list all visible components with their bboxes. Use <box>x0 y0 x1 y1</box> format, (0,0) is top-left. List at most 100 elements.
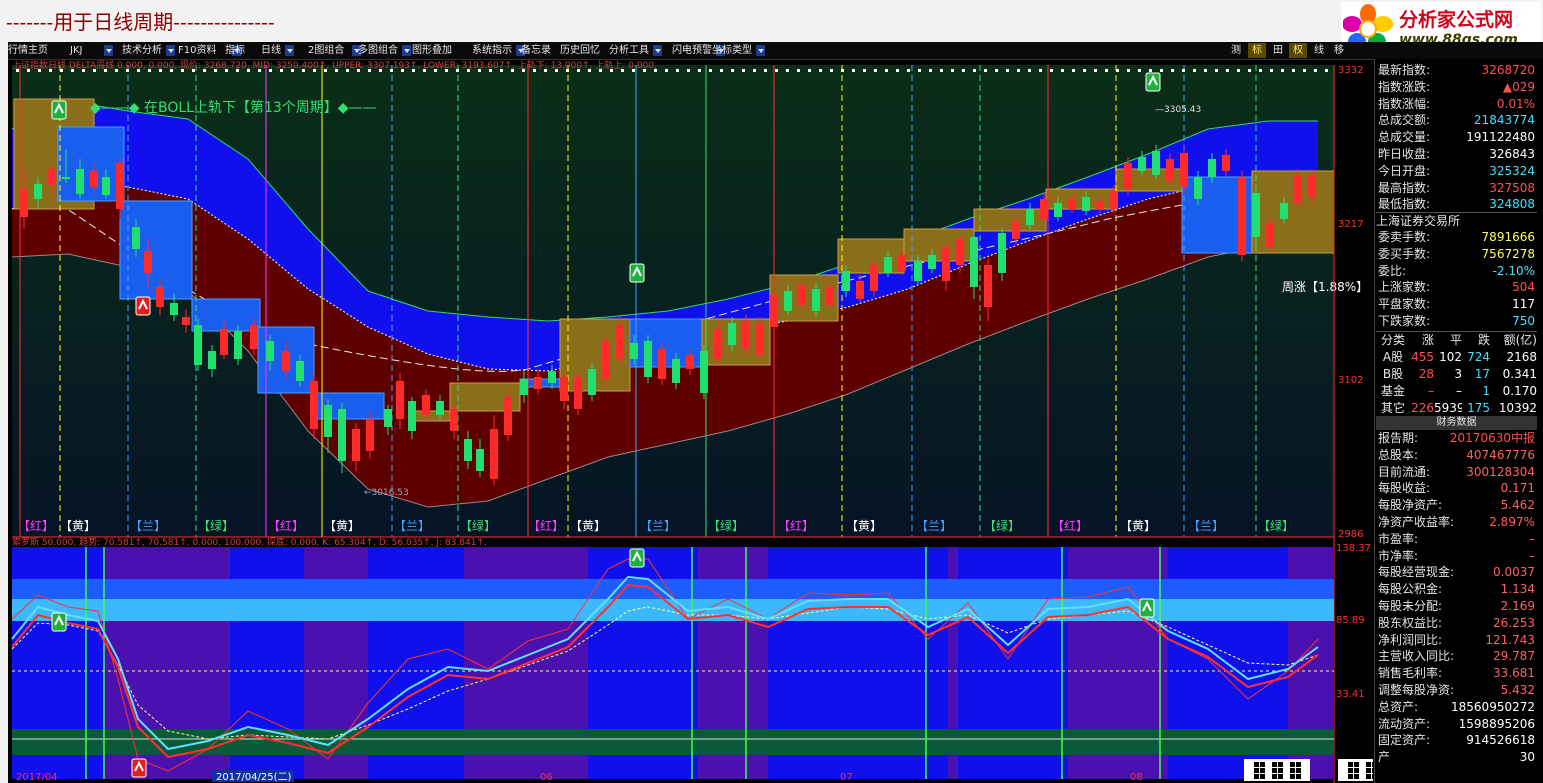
dropdown-arrow-icon[interactable] <box>166 45 175 56</box>
toolbar-item-10[interactable]: 备忘录 <box>521 44 551 57</box>
top-dot <box>852 69 855 72</box>
toolbar-item-9[interactable]: 系统指示 <box>472 44 512 57</box>
financial-row-15: 调整每股净资: 5.432 <box>1376 682 1537 699</box>
toolbar-item-4[interactable]: 指标 <box>225 44 245 57</box>
financial-row-0: 报告期: 20170630中报 <box>1376 430 1537 447</box>
toolbar-item-6[interactable]: 2图组合 <box>308 44 344 57</box>
quote-row-6-label: 今日开盘: <box>1378 163 1431 178</box>
dropdown-arrow-icon[interactable] <box>285 45 294 56</box>
candle-body <box>1266 223 1274 247</box>
financial-row-12-value: 121.743 <box>1485 632 1535 647</box>
top-dot <box>896 69 899 72</box>
toolbar-item-5[interactable]: 日线 <box>261 44 281 57</box>
top-dot <box>1105 69 1108 72</box>
candle-body <box>408 401 416 431</box>
candle-body <box>1252 193 1260 237</box>
candle-body <box>914 261 922 281</box>
qr-code-2-cell <box>1366 762 1371 767</box>
qr-code-2-cell <box>1372 768 1373 773</box>
qr-code-1-cell <box>1278 762 1283 767</box>
candle-body <box>686 355 694 369</box>
breadth-header-cell: 额(亿) <box>1503 333 1537 347</box>
financial-row-18-label: 固定资产: <box>1378 733 1431 748</box>
qr-code-1-cell <box>1290 762 1295 767</box>
toolbar-item-7[interactable]: 多图组合 <box>358 44 398 57</box>
breadth-cell: 724 <box>1467 350 1490 364</box>
toolbar-item-14[interactable]: 坐标类型 <box>712 44 752 57</box>
financial-row-6: 市盈率: – <box>1376 531 1537 548</box>
financial-row-8-value: 0.0037 <box>1493 565 1535 580</box>
right-panel-bg <box>1374 59 1543 783</box>
financial-row-16: 总资产: 18560950272 <box>1376 699 1537 716</box>
top-dot <box>1303 69 1306 72</box>
exchange-row-3: 上涨家数: 504 <box>1376 279 1537 296</box>
toolbar-item-0[interactable]: 行情主页 <box>8 44 48 57</box>
candle-body <box>1166 159 1174 181</box>
candle-body <box>48 169 56 185</box>
candle-body <box>756 323 764 355</box>
phase-label-8: 【红】 <box>528 518 564 533</box>
toolbar-right-5[interactable]: 移 <box>1330 43 1348 58</box>
financials-header: 财务数据 <box>1376 416 1537 430</box>
phase-label-15: 【绿】 <box>984 518 1020 533</box>
top-dot <box>1193 69 1196 72</box>
candle-body <box>1110 191 1118 209</box>
breadth-cell: 175 <box>1467 401 1490 415</box>
exchange-row-4-label: 平盘家数: <box>1378 297 1431 312</box>
top-dot <box>1116 69 1119 72</box>
candle-body <box>1280 203 1288 219</box>
candle-body <box>1124 163 1132 189</box>
phase-label-6: 【兰】 <box>394 519 430 533</box>
financial-row-2: 目前流通: 300128304 <box>1376 464 1537 481</box>
exchange-row-5: 下跌家数: 750 <box>1376 313 1537 330</box>
candle-body <box>220 329 228 355</box>
exchange-row-1-label: 委买手数: <box>1378 246 1431 261</box>
candle-body <box>602 341 610 379</box>
financial-row-8: 每股经营现金: 0.0037 <box>1376 564 1537 581</box>
toolbar-right-3[interactable]: 权 <box>1289 43 1307 58</box>
breadth-cell: 其它 <box>1380 401 1405 415</box>
breadth-header-cell: 分类 <box>1380 333 1405 347</box>
candle-body <box>826 287 834 305</box>
dropdown-arrow-icon[interactable] <box>402 45 411 56</box>
toolbar-item-8[interactable]: 图形叠加 <box>412 44 452 57</box>
candle-body <box>310 381 318 429</box>
chart-area[interactable]: ◆——◆ 在BOLL上轨下【第13个周期】◆—— 周涨【1.88%】 —3305.4… <box>8 59 1373 783</box>
quote-row-7-label: 最高指数: <box>1378 180 1431 195</box>
quote-row-4-label: 总成交量: <box>1378 130 1431 145</box>
dropdown-arrow-icon[interactable] <box>104 45 113 56</box>
quote-row-1-value: ▲029 <box>1502 79 1535 94</box>
quote-row-4: 总成交量: 191122480 <box>1376 129 1537 146</box>
toolbar-item-12[interactable]: 分析工具 <box>609 44 649 57</box>
toolbar-right-2[interactable]: 田 <box>1269 43 1287 58</box>
phase-label-5: 【黄】 <box>324 519 360 533</box>
candle-body <box>62 177 70 179</box>
top-dot <box>698 69 701 72</box>
candle-body <box>324 405 332 437</box>
financial-row-12-label: 净利润同比: <box>1378 632 1443 647</box>
dropdown-arrow-icon[interactable] <box>756 45 765 56</box>
top-dot <box>863 69 866 72</box>
date-label-2: 06 <box>540 772 553 783</box>
toolbar-item-11[interactable]: 历史回忆 <box>560 44 600 57</box>
quote-row-7: 最高指数: 327508 <box>1376 180 1537 197</box>
financial-row-11-label: 股东权益比: <box>1378 615 1443 630</box>
toolbar-item-1[interactable]: JKJ <box>70 44 82 57</box>
top-dot <box>1017 69 1020 72</box>
dropdown-arrow-icon[interactable] <box>653 45 662 56</box>
quote-row-7-value: 327508 <box>1489 180 1535 195</box>
top-dot <box>1138 69 1141 72</box>
toolbar-right-1[interactable]: 标 <box>1248 43 1266 58</box>
financial-row-11: 股东权益比: 26.253 <box>1376 615 1537 632</box>
candle-body <box>548 371 556 383</box>
toolbar-right-0[interactable]: 测 <box>1227 43 1245 58</box>
toolbar-right-4[interactable]: 线 <box>1310 43 1328 58</box>
phase-label-4: 【红】 <box>268 518 304 533</box>
y-axis-label-2: 3102 <box>1338 375 1363 386</box>
exchange-row-2-label: 委比: <box>1378 263 1407 278</box>
top-dot <box>1270 69 1273 72</box>
top-dot <box>1204 69 1207 72</box>
toolbar-item-13[interactable]: 闪电预警 <box>672 44 712 57</box>
toolbar-item-2[interactable]: 技术分析 <box>122 44 162 57</box>
toolbar-item-3[interactable]: F10资料 <box>178 44 216 57</box>
